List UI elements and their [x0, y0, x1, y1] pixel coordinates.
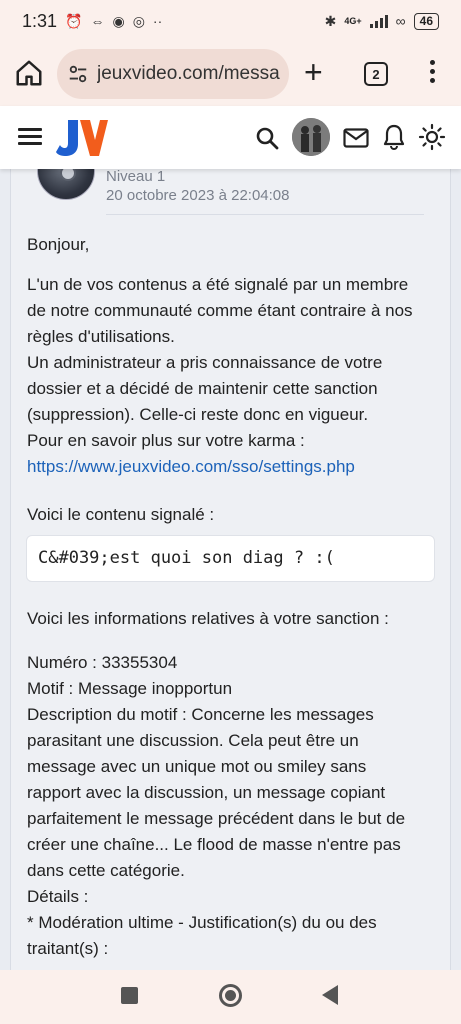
text-line: règles d'utilisations. [27, 327, 175, 346]
back-button-icon[interactable] [322, 985, 338, 1005]
message-date: 20 octobre 2023 à 22:04:08 [106, 187, 290, 204]
whatsapp-icon: ◎ [132, 12, 145, 29]
new-tab-icon[interactable]: + [304, 56, 323, 88]
reported-intro: Voici le contenu signalé : [27, 505, 215, 524]
text-line: message avec un unique mot ou smiley san… [27, 757, 367, 776]
address-bar[interactable]: jeuxvideo.com/messa [57, 49, 289, 99]
text-line: Un administrateur a pris connaissance de… [27, 353, 383, 372]
jv-logo[interactable] [54, 118, 108, 158]
sanction-details: Numéro : 33355304 Motif : Message inoppo… [27, 650, 437, 962]
text-line: Description du motif : Concerne les mess… [27, 705, 374, 724]
text-line: * Modération ultime - Justification(s) d… [27, 913, 377, 932]
messenger-icon: ◉ [112, 12, 125, 29]
text-line: L'un de vos contenus a été signalé par u… [27, 275, 409, 294]
text-line: de notre communauté comme étant contrair… [27, 301, 413, 320]
text-line: Détails : [27, 887, 89, 906]
author-level: Niveau 1 [106, 169, 166, 185]
message-card: Niveau 1 20 octobre 2023 à 22:04:08 Bonj… [10, 169, 451, 970]
page-content[interactable]: Niveau 1 20 octobre 2023 à 22:04:08 Bonj… [0, 169, 461, 970]
text-line: (suppression). Celle-ci reste donc en vi… [27, 405, 369, 424]
home-icon[interactable] [14, 58, 44, 88]
theme-toggle-sun-icon[interactable] [418, 123, 446, 151]
system-nav-bar [0, 970, 461, 1024]
text-line: rapport avec la discussion, un message c… [27, 783, 386, 802]
text-line: dans cette catégorie. [27, 861, 185, 880]
text-line: créer une chaîne... Le flood de masse n'… [27, 835, 401, 854]
signal-icon [369, 14, 388, 28]
sanction-intro: Voici les informations relatives à votre… [27, 609, 389, 628]
status-time: 1:31 [22, 10, 58, 31]
status-bar: 1:31 ⏰ ⇔ ◉ ◎ ·· ✱ 4G+ ∞ 46 [0, 0, 461, 42]
site-settings-icon[interactable] [67, 63, 89, 85]
text-line: dossier et a décidé de maintenir cette s… [27, 379, 378, 398]
greeting: Bonjour, [27, 235, 90, 254]
data-saver-icon: ∞ [395, 13, 406, 29]
paragraph-signalement: L'un de vos contenus a été signalé par u… [27, 272, 437, 480]
network-type: 4G+ [344, 16, 362, 26]
karma-settings-link[interactable]: https://www.jeuxvideo.com/sso/settings.p… [27, 454, 437, 480]
bluetooth-icon: ✱ [324, 12, 337, 29]
text-line: parasitant une discussion. Cela peut êtr… [27, 731, 359, 750]
text-line: Motif : Message inopportun [27, 679, 233, 698]
search-icon[interactable] [255, 126, 279, 150]
notifications-bell-icon[interactable] [383, 124, 405, 150]
tab-switcher-button[interactable]: 2 [364, 62, 388, 86]
text-line: traitant(s) : [27, 939, 109, 958]
mail-icon[interactable] [343, 128, 369, 148]
text-line: Numéro : 33355304 [27, 653, 178, 672]
divider [106, 214, 424, 215]
url-text: jeuxvideo.com/messa [97, 63, 280, 84]
author-avatar[interactable] [37, 169, 95, 200]
more-notifications-icon: ·· [152, 13, 163, 29]
user-avatar[interactable] [292, 118, 330, 156]
alarm-icon: ⏰ [65, 12, 83, 29]
browser-toolbar: jeuxvideo.com/messa + 2 [0, 42, 461, 106]
browser-menu-icon[interactable] [424, 60, 440, 88]
text-line: parfaitement le message précédent dans l… [27, 809, 406, 828]
link-icon: ⇔ [90, 13, 105, 29]
recents-button-icon[interactable] [121, 987, 138, 1004]
status-right: ✱ 4G+ ∞ 46 [324, 12, 439, 30]
text-line: Pour en savoir plus sur votre karma : [27, 431, 305, 450]
battery-icon: 46 [413, 12, 439, 30]
status-left: 1:31 ⏰ ⇔ ◉ ◎ ·· [22, 11, 162, 32]
reported-content-box: C&#039;est quoi son diag ? :( [26, 535, 435, 582]
home-button-icon[interactable] [219, 984, 242, 1007]
hamburger-menu-icon[interactable] [18, 128, 42, 146]
site-header [0, 106, 461, 169]
